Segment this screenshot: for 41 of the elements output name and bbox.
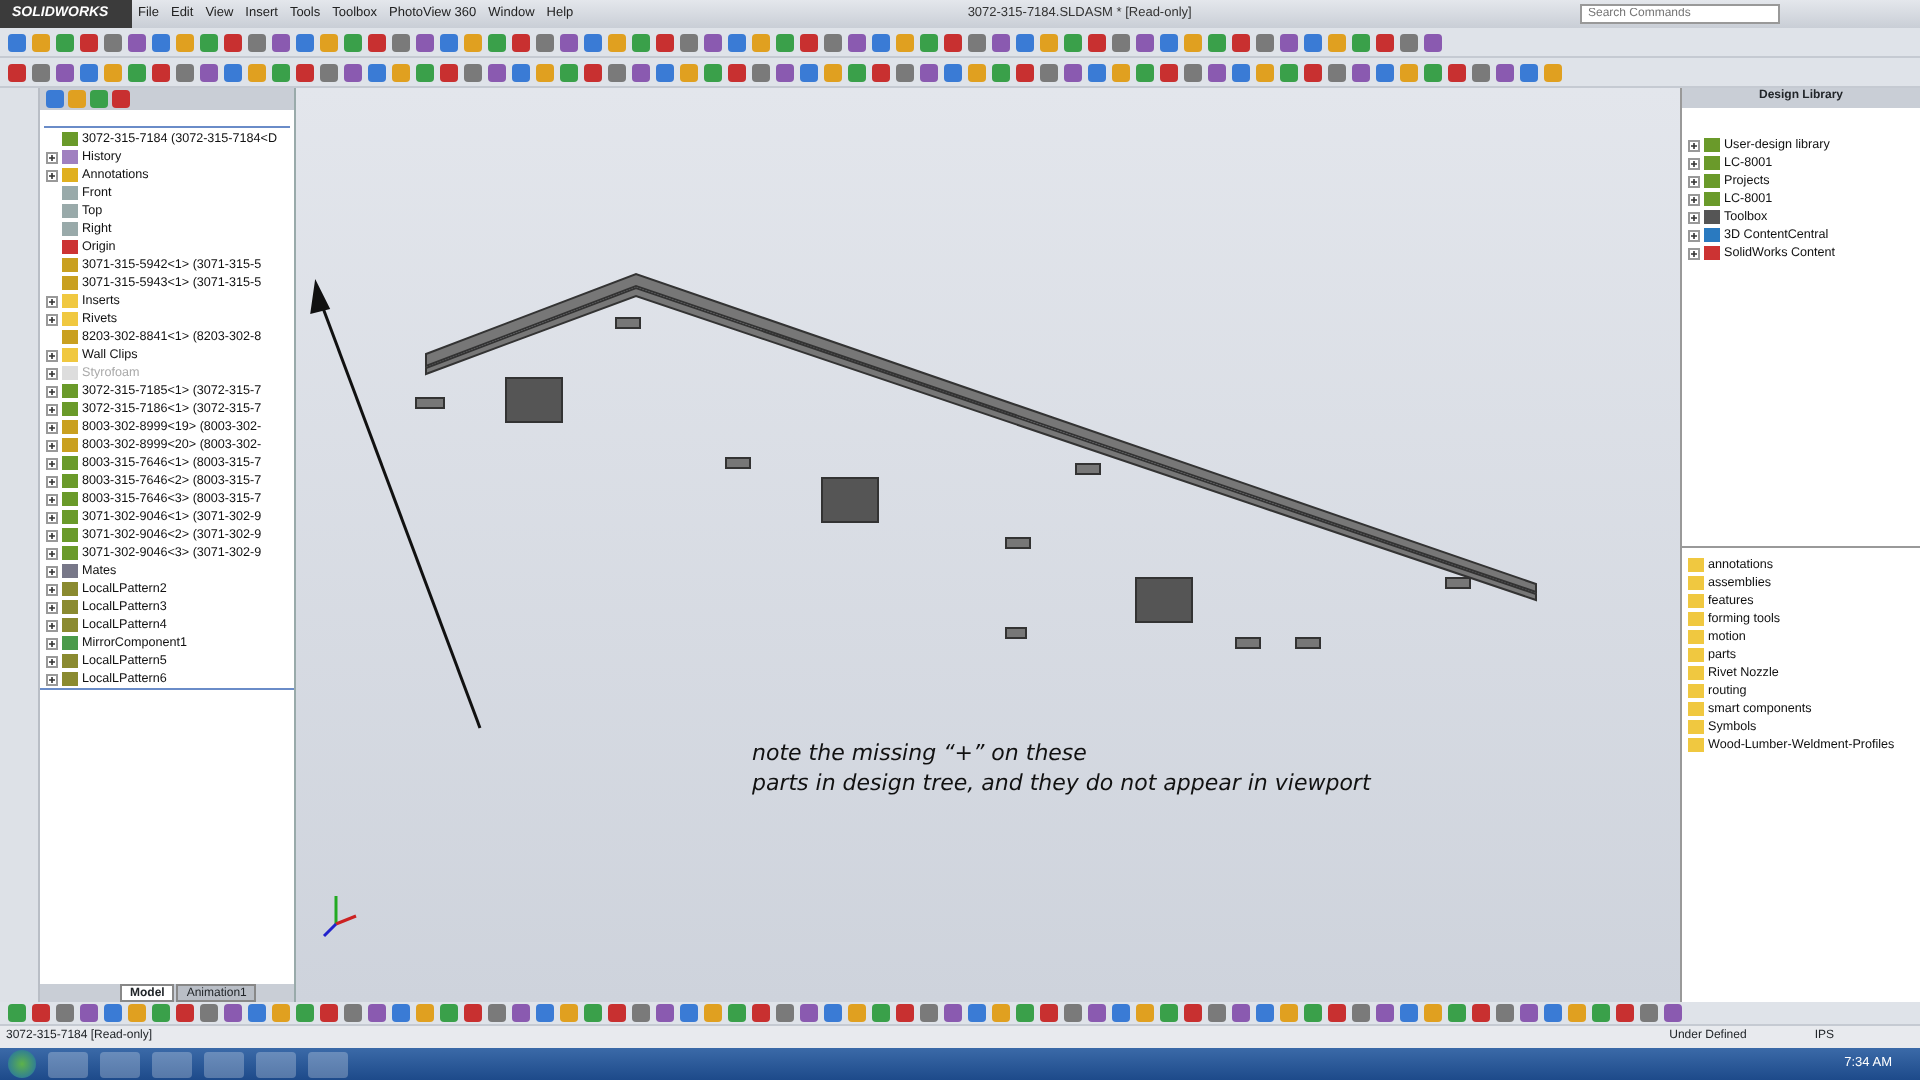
expand-icon[interactable]	[46, 313, 58, 325]
axis-triad-icon	[322, 896, 357, 938]
taskbar-app[interactable]	[256, 1051, 296, 1077]
expand-icon[interactable]	[46, 619, 58, 631]
expand-icon[interactable]	[1688, 157, 1700, 169]
expand-icon[interactable]	[46, 601, 58, 613]
expand-icon[interactable]	[46, 529, 58, 541]
expand-icon[interactable]	[46, 655, 58, 667]
expand-icon[interactable]	[46, 439, 58, 451]
note-text: note the missing “+” on these	[752, 738, 1089, 768]
expand-icon[interactable]	[46, 151, 58, 163]
expand-icon[interactable]	[46, 295, 58, 307]
expand-icon[interactable]	[46, 385, 58, 397]
taskbar-app[interactable]	[204, 1051, 244, 1077]
expand-icon[interactable]	[46, 349, 58, 361]
expand-icon[interactable]	[46, 493, 58, 505]
expand-icon[interactable]	[46, 169, 58, 181]
taskbar-app[interactable]	[308, 1051, 348, 1077]
expand-icon[interactable]	[1688, 139, 1700, 151]
component-icon	[62, 330, 78, 344]
expand-icon[interactable]	[1688, 211, 1700, 223]
expand-icon[interactable]	[46, 511, 58, 523]
taskbar-app[interactable]	[100, 1051, 140, 1077]
expand-icon[interactable]	[46, 637, 58, 649]
expand-icon[interactable]	[46, 673, 58, 685]
expand-icon[interactable]	[46, 421, 58, 433]
expand-icon[interactable]	[46, 367, 58, 379]
expand-icon[interactable]	[46, 457, 58, 469]
expand-icon[interactable]	[46, 475, 58, 487]
expand-icon[interactable]	[46, 547, 58, 559]
note-text: parts in design tree, and they do not appear in viewport	[752, 768, 1371, 798]
taskbar-app[interactable]	[48, 1051, 88, 1077]
expand-icon[interactable]	[1688, 229, 1700, 241]
expand-icon[interactable]	[1688, 247, 1700, 259]
expand-icon[interactable]	[46, 403, 58, 415]
expand-icon[interactable]	[46, 583, 58, 595]
expand-icon[interactable]	[1688, 175, 1700, 187]
taskbar-app[interactable]	[152, 1051, 192, 1077]
start-button[interactable]	[8, 1050, 36, 1078]
expand-icon[interactable]	[1688, 193, 1700, 205]
expand-icon[interactable]	[46, 565, 58, 577]
